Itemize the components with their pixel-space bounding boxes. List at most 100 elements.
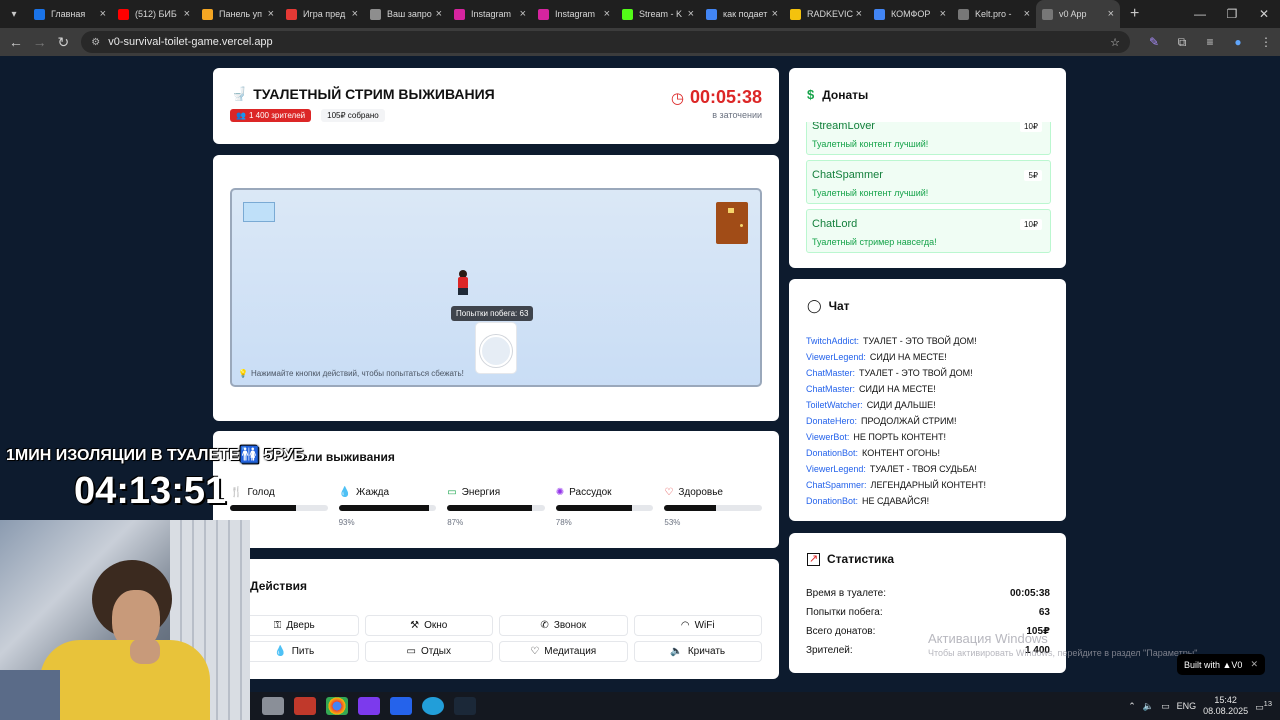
wifi-icon: ◠ xyxy=(680,620,690,631)
browser-tab[interactable]: Instagram × xyxy=(448,0,532,28)
tab-close-icon[interactable]: × xyxy=(688,8,694,20)
chat-username[interactable]: DonationBot: xyxy=(806,496,858,506)
tab-close-icon[interactable]: × xyxy=(352,8,358,20)
tab-title: v0 App xyxy=(1059,9,1087,19)
tab-close-icon[interactable]: × xyxy=(436,8,442,20)
chat-username[interactable]: DonationBot: xyxy=(806,448,858,458)
forward-icon[interactable]: → xyxy=(28,34,52,50)
donor-name: ChatLord xyxy=(812,218,858,230)
browser-tab[interactable]: КОМФОР × xyxy=(868,0,952,28)
back-icon[interactable]: ← xyxy=(4,34,28,50)
url-bar[interactable]: ⚙ v0-survival-toilet-game.vercel.app ☆ xyxy=(81,31,1131,53)
chat-text: СИДИ НА МЕСТЕ! xyxy=(859,384,936,394)
chat-username[interactable]: ChatMaster: xyxy=(806,384,855,394)
bookmark-star-icon[interactable]: ☆ xyxy=(1110,36,1120,49)
browser-tab[interactable]: Kelt.pro - × xyxy=(952,0,1036,28)
action-button[interactable]: ⚒ Окно xyxy=(364,615,493,636)
steam-icon[interactable] xyxy=(454,697,476,715)
browser-tab[interactable]: (512) БИБ × xyxy=(112,0,196,28)
browser-tab[interactable]: v0 App × xyxy=(1036,0,1120,28)
action-button[interactable]: ♡ Медитация xyxy=(499,641,628,662)
tab-close-icon[interactable]: × xyxy=(1024,8,1030,20)
extension-pen-icon[interactable]: ✎ xyxy=(1140,35,1168,50)
action-button[interactable]: ▭ Отдых xyxy=(364,641,493,662)
toilet-object[interactable] xyxy=(476,323,516,373)
site-info-icon[interactable]: ⚙ xyxy=(91,37,100,48)
game-scene[interactable]: Попытки побега: 63 💡 Нажимайте кнопки де… xyxy=(230,188,762,387)
chat-messages[interactable]: TwitchAddict: ТУАЛЕТ - ЭТО ТВОЙ ДОМ! Viewe… xyxy=(806,333,1056,509)
browser-tab[interactable]: Панель уп × xyxy=(196,0,280,28)
browser-tab[interactable]: Главная × xyxy=(28,0,112,28)
telegram-icon[interactable] xyxy=(422,697,444,715)
window-object[interactable] xyxy=(243,202,275,222)
actions-grid: ⚿ Дверь ⚒ Окно ✆ Звонок ◠ WiFi 💧 Пить ▭ Отдых ♡ Медит… xyxy=(230,615,762,662)
network-icon[interactable]: ▭ xyxy=(1161,701,1170,712)
language-indicator[interactable]: ENG xyxy=(1177,701,1197,711)
reload-icon[interactable]: ↻ xyxy=(52,34,76,51)
viewers-badge: 👥 1 400 зрителей xyxy=(230,109,312,122)
chrome-icon[interactable] xyxy=(326,697,348,715)
tab-title: КОМФОР xyxy=(891,9,931,19)
built-with-badge[interactable]: Built with ▲V0 ✕ xyxy=(1177,654,1265,675)
chat-username[interactable]: ChatMaster: xyxy=(806,368,855,378)
chart-app-icon[interactable] xyxy=(390,697,412,715)
chat-username[interactable]: ToiletWatcher: xyxy=(806,400,863,410)
close-window-icon[interactable]: ✕ xyxy=(1248,7,1280,21)
close-badge-icon[interactable]: ✕ xyxy=(1250,659,1258,670)
chat-username[interactable]: ViewerLegend: xyxy=(806,464,866,474)
browser-tab[interactable]: RADKEVIC × xyxy=(784,0,868,28)
tab-close-icon[interactable]: × xyxy=(604,8,610,20)
donations-scroll[interactable]: StreamLover 10₽ Туалетный контент лучший! C… xyxy=(806,122,1051,262)
reading-list-icon[interactable]: ≡ xyxy=(1196,35,1224,50)
tab-close-icon[interactable]: × xyxy=(268,8,274,20)
browser-tab[interactable]: как подает × xyxy=(700,0,784,28)
browser-tab[interactable]: Instagram × xyxy=(532,0,616,28)
battery-icon: ▭ xyxy=(406,646,416,657)
chat-username[interactable]: DonateHero: xyxy=(806,416,857,426)
timer-caption: в заточении xyxy=(712,110,762,120)
tray-chevron-icon[interactable]: ⌃ xyxy=(1128,701,1136,712)
stat-label: Рассудок xyxy=(569,487,612,498)
tab-close-icon[interactable]: × xyxy=(856,8,862,20)
clock[interactable]: 15:42 08.08.2025 xyxy=(1203,695,1248,717)
menu-icon[interactable]: ⋮ xyxy=(1252,35,1280,50)
profile-avatar-icon[interactable]: ● xyxy=(1224,35,1252,50)
action-button[interactable]: 🔈 Кричать xyxy=(633,641,762,662)
tab-close-icon[interactable]: × xyxy=(772,8,778,20)
chat-username[interactable]: ViewerBot: xyxy=(806,432,849,442)
chat-username[interactable]: ChatSpammer: xyxy=(806,480,867,490)
battery-icon: ▭ xyxy=(447,487,457,498)
tab-close-icon[interactable]: × xyxy=(520,8,526,20)
tab-close-icon[interactable]: × xyxy=(100,8,106,20)
new-tab-button[interactable]: + xyxy=(1120,5,1149,23)
minimize-icon[interactable]: — xyxy=(1184,7,1216,21)
restore-icon[interactable]: ❐ xyxy=(1216,7,1248,21)
volume-icon[interactable]: 🔈 xyxy=(1143,701,1154,712)
tab-close-icon[interactable]: × xyxy=(184,8,190,20)
notification-icon[interactable]: ▭13 xyxy=(1255,699,1272,713)
tab-close-icon[interactable]: × xyxy=(1108,8,1114,20)
action-button[interactable]: ✆ Звонок xyxy=(499,615,628,636)
door-object[interactable] xyxy=(716,202,748,244)
app-icon-4[interactable] xyxy=(358,697,380,715)
tab-title: RADKEVIC xyxy=(807,9,853,19)
food-icon: 🍴 xyxy=(230,487,243,498)
tab-search-icon[interactable]: ▾ xyxy=(0,0,28,28)
browser-tab[interactable]: Stream - K × xyxy=(616,0,700,28)
stat-bar-fill xyxy=(664,505,717,511)
chat-message: DonationBot: КОНТЕНТ ОГОНЬ! xyxy=(806,445,1056,461)
app-icon-2[interactable] xyxy=(294,697,316,715)
browser-tab[interactable]: Игра пред × xyxy=(280,0,364,28)
app-icon-1[interactable] xyxy=(262,697,284,715)
tab-close-icon[interactable]: × xyxy=(940,8,946,20)
chat-username[interactable]: TwitchAddict: xyxy=(806,336,859,346)
action-button[interactable]: ◠ WiFi xyxy=(633,615,762,636)
browser-tab[interactable]: Ваш запро × xyxy=(364,0,448,28)
collected-amount: 105₽ собрано xyxy=(327,111,379,120)
chat-username[interactable]: ViewerLegend: xyxy=(806,352,866,362)
heart-icon: ♡ xyxy=(530,646,540,657)
extensions-icon[interactable]: ⧉ xyxy=(1168,35,1196,50)
tab-title: Instagram xyxy=(471,9,512,19)
stat-label: Здоровье xyxy=(678,487,723,498)
donation-item: ChatLord 10₽ Туалетный стример навсегда! xyxy=(806,209,1051,253)
